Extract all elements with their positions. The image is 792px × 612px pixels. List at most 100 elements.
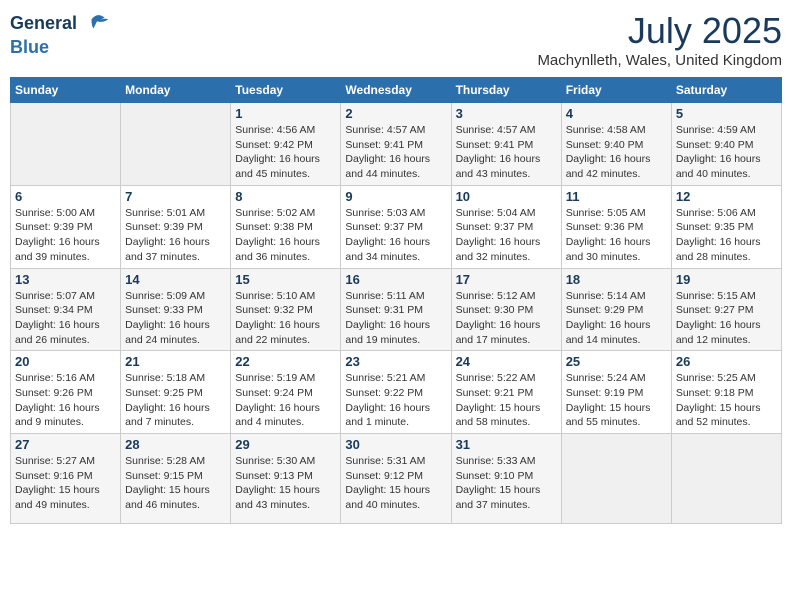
calendar-cell: 2 Sunrise: 4:57 AM Sunset: 9:41 PM Daylig… xyxy=(341,103,451,186)
day-number: 18 xyxy=(566,272,667,287)
calendar-week-row: 27 Sunrise: 5:27 AM Sunset: 9:16 PM Dayli… xyxy=(11,434,782,524)
day-info: Sunrise: 5:18 AM Sunset: 9:25 PM Dayligh… xyxy=(125,371,226,430)
logo-line1: General xyxy=(10,10,112,38)
calendar-cell: 16 Sunrise: 5:11 AM Sunset: 9:31 PM Dayli… xyxy=(341,268,451,351)
day-info: Sunrise: 4:57 AM Sunset: 9:41 PM Dayligh… xyxy=(456,123,557,182)
day-number: 27 xyxy=(15,437,116,452)
calendar-cell: 11 Sunrise: 5:05 AM Sunset: 9:36 PM Dayli… xyxy=(561,185,671,268)
calendar-cell: 29 Sunrise: 5:30 AM Sunset: 9:13 PM Dayli… xyxy=(231,434,341,524)
calendar-cell: 19Sunrise: 5:15 AM Sunset: 9:27 PM Dayli… xyxy=(671,268,781,351)
day-info: Sunrise: 5:21 AM Sunset: 9:22 PM Dayligh… xyxy=(345,371,446,430)
day-number: 28 xyxy=(125,437,226,452)
calendar-cell xyxy=(671,434,781,524)
day-info: Sunrise: 5:10 AM Sunset: 9:32 PM Dayligh… xyxy=(235,289,336,348)
calendar-week-row: 6 Sunrise: 5:00 AM Sunset: 9:39 PM Daylig… xyxy=(11,185,782,268)
day-number: 10 xyxy=(456,189,557,204)
header-thursday: Thursday xyxy=(451,78,561,103)
day-number: 7 xyxy=(125,189,226,204)
header-tuesday: Tuesday xyxy=(231,78,341,103)
calendar-cell: 20 Sunrise: 5:16 AM Sunset: 9:26 PM Dayli… xyxy=(11,351,121,434)
day-info: Sunrise: 5:11 AM Sunset: 9:31 PM Dayligh… xyxy=(345,289,446,348)
logo-line2: Blue xyxy=(10,38,112,58)
day-number: 30 xyxy=(345,437,446,452)
day-number: 16 xyxy=(345,272,446,287)
day-number: 4 xyxy=(566,106,667,121)
day-number: 2 xyxy=(345,106,446,121)
calendar-cell: 27 Sunrise: 5:27 AM Sunset: 9:16 PM Dayli… xyxy=(11,434,121,524)
calendar-cell: 30 Sunrise: 5:31 AM Sunset: 9:12 PM Dayli… xyxy=(341,434,451,524)
header-sunday: Sunday xyxy=(11,78,121,103)
day-number: 21 xyxy=(125,354,226,369)
day-info: Sunrise: 5:28 AM Sunset: 9:15 PM Dayligh… xyxy=(125,454,226,513)
calendar-cell: 3 Sunrise: 4:57 AM Sunset: 9:41 PM Daylig… xyxy=(451,103,561,186)
day-number: 5 xyxy=(676,106,777,121)
header-monday: Monday xyxy=(121,78,231,103)
day-number: 1 xyxy=(235,106,336,121)
day-number: 25 xyxy=(566,354,667,369)
day-info: Sunrise: 5:09 AM Sunset: 9:33 PM Dayligh… xyxy=(125,289,226,348)
calendar-table: SundayMondayTuesdayWednesdayThursdayFrid… xyxy=(10,77,782,524)
calendar-cell: 18 Sunrise: 5:14 AM Sunset: 9:29 PM Dayli… xyxy=(561,268,671,351)
header-saturday: Saturday xyxy=(671,78,781,103)
day-info: Sunrise: 5:07 AM Sunset: 9:34 PM Dayligh… xyxy=(15,289,116,348)
day-info: Sunrise: 5:03 AM Sunset: 9:37 PM Dayligh… xyxy=(345,206,446,265)
day-info: Sunrise: 4:56 AM Sunset: 9:42 PM Dayligh… xyxy=(235,123,336,182)
calendar-cell: 23Sunrise: 5:21 AM Sunset: 9:22 PM Dayli… xyxy=(341,351,451,434)
day-number: 14 xyxy=(125,272,226,287)
day-info: Sunrise: 5:15 AM Sunset: 9:27 PM Dayligh… xyxy=(676,289,777,348)
logo: General Blue xyxy=(10,10,112,58)
day-number: 6 xyxy=(15,189,116,204)
calendar-cell xyxy=(11,103,121,186)
day-number: 8 xyxy=(235,189,336,204)
day-number: 12 xyxy=(676,189,777,204)
calendar-week-row: 13Sunrise: 5:07 AM Sunset: 9:34 PM Dayli… xyxy=(11,268,782,351)
day-info: Sunrise: 4:58 AM Sunset: 9:40 PM Dayligh… xyxy=(566,123,667,182)
calendar-cell: 4 Sunrise: 4:58 AM Sunset: 9:40 PM Daylig… xyxy=(561,103,671,186)
day-info: Sunrise: 5:19 AM Sunset: 9:24 PM Dayligh… xyxy=(235,371,336,430)
calendar-cell: 25 Sunrise: 5:24 AM Sunset: 9:19 PM Dayli… xyxy=(561,351,671,434)
header-wednesday: Wednesday xyxy=(341,78,451,103)
day-info: Sunrise: 5:12 AM Sunset: 9:30 PM Dayligh… xyxy=(456,289,557,348)
day-number: 15 xyxy=(235,272,336,287)
header-friday: Friday xyxy=(561,78,671,103)
day-info: Sunrise: 5:16 AM Sunset: 9:26 PM Dayligh… xyxy=(15,371,116,430)
day-info: Sunrise: 5:00 AM Sunset: 9:39 PM Dayligh… xyxy=(15,206,116,265)
day-info: Sunrise: 5:14 AM Sunset: 9:29 PM Dayligh… xyxy=(566,289,667,348)
month-year-title: July 2025 xyxy=(537,10,782,52)
calendar-week-row: 20 Sunrise: 5:16 AM Sunset: 9:26 PM Dayli… xyxy=(11,351,782,434)
day-info: Sunrise: 5:04 AM Sunset: 9:37 PM Dayligh… xyxy=(456,206,557,265)
calendar-cell: 28 Sunrise: 5:28 AM Sunset: 9:15 PM Dayli… xyxy=(121,434,231,524)
day-info: Sunrise: 5:02 AM Sunset: 9:38 PM Dayligh… xyxy=(235,206,336,265)
day-number: 11 xyxy=(566,189,667,204)
logo-accent xyxy=(77,13,82,33)
calendar-cell: 17 Sunrise: 5:12 AM Sunset: 9:30 PM Dayli… xyxy=(451,268,561,351)
day-number: 24 xyxy=(456,354,557,369)
title-block: July 2025 Machynlleth, Wales, United Kin… xyxy=(537,10,782,69)
calendar-cell: 12 Sunrise: 5:06 AM Sunset: 9:35 PM Dayli… xyxy=(671,185,781,268)
day-number: 3 xyxy=(456,106,557,121)
calendar-cell: 13Sunrise: 5:07 AM Sunset: 9:34 PM Dayli… xyxy=(11,268,121,351)
day-info: Sunrise: 5:01 AM Sunset: 9:39 PM Dayligh… xyxy=(125,206,226,265)
calendar-cell: 8 Sunrise: 5:02 AM Sunset: 9:38 PM Daylig… xyxy=(231,185,341,268)
day-info: Sunrise: 5:05 AM Sunset: 9:36 PM Dayligh… xyxy=(566,206,667,265)
day-number: 20 xyxy=(15,354,116,369)
calendar-cell: 5 Sunrise: 4:59 AM Sunset: 9:40 PM Daylig… xyxy=(671,103,781,186)
calendar-cell: 31Sunrise: 5:33 AM Sunset: 9:10 PM Dayli… xyxy=(451,434,561,524)
day-info: Sunrise: 5:06 AM Sunset: 9:35 PM Dayligh… xyxy=(676,206,777,265)
day-info: Sunrise: 5:31 AM Sunset: 9:12 PM Dayligh… xyxy=(345,454,446,513)
day-number: 17 xyxy=(456,272,557,287)
day-info: Sunrise: 5:30 AM Sunset: 9:13 PM Dayligh… xyxy=(235,454,336,513)
calendar-cell: 26Sunrise: 5:25 AM Sunset: 9:18 PM Dayli… xyxy=(671,351,781,434)
day-info: Sunrise: 5:24 AM Sunset: 9:19 PM Dayligh… xyxy=(566,371,667,430)
calendar-cell xyxy=(121,103,231,186)
day-info: Sunrise: 5:27 AM Sunset: 9:16 PM Dayligh… xyxy=(15,454,116,513)
day-info: Sunrise: 4:59 AM Sunset: 9:40 PM Dayligh… xyxy=(676,123,777,182)
day-info: Sunrise: 5:33 AM Sunset: 9:10 PM Dayligh… xyxy=(456,454,557,513)
calendar-cell: 21 Sunrise: 5:18 AM Sunset: 9:25 PM Dayli… xyxy=(121,351,231,434)
calendar-cell: 6 Sunrise: 5:00 AM Sunset: 9:39 PM Daylig… xyxy=(11,185,121,268)
logo-bird-icon xyxy=(84,10,112,38)
calendar-cell: 22Sunrise: 5:19 AM Sunset: 9:24 PM Dayli… xyxy=(231,351,341,434)
day-info: Sunrise: 4:57 AM Sunset: 9:41 PM Dayligh… xyxy=(345,123,446,182)
calendar-cell xyxy=(561,434,671,524)
day-number: 29 xyxy=(235,437,336,452)
